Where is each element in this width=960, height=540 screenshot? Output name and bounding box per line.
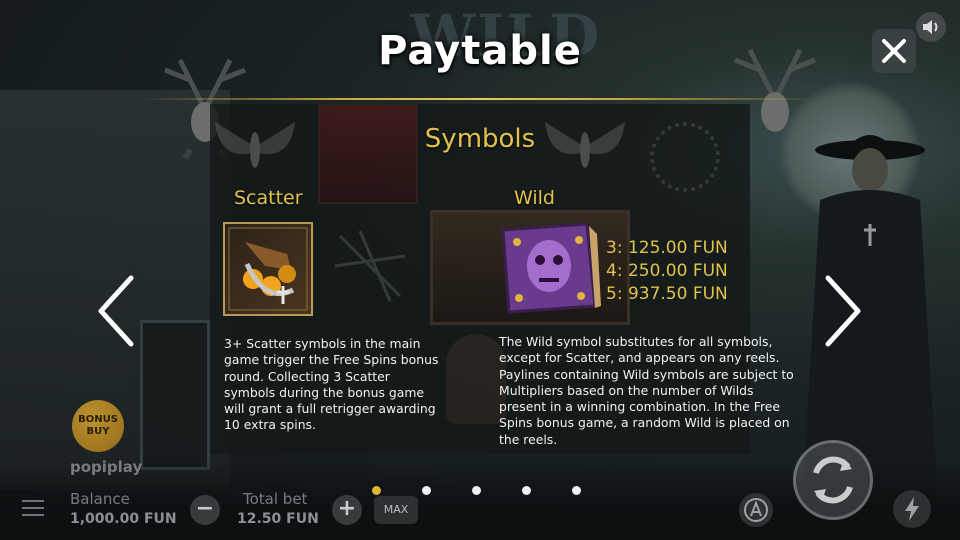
page-dot-5[interactable] xyxy=(572,486,581,495)
page-dot-2[interactable] xyxy=(422,486,431,495)
balance-value: 1,000.00 FUN xyxy=(70,511,177,527)
turbo-icon xyxy=(905,497,919,521)
balance-label: Balance xyxy=(70,490,130,508)
page-dot-4[interactable] xyxy=(522,486,531,495)
claw-marks-symbol-faded xyxy=(334,230,406,302)
section-title-symbols: Symbols xyxy=(424,124,536,154)
skull-symbol-faded xyxy=(446,334,506,424)
spin-icon xyxy=(813,456,853,504)
turbo-button[interactable] xyxy=(893,490,931,528)
scatter-symbol-icon xyxy=(223,222,313,316)
brand-logo: popiplay xyxy=(70,458,143,476)
scatter-label: Scatter xyxy=(234,187,303,209)
bonus-buy-button[interactable]: BONUS BUY xyxy=(72,400,124,452)
max-bet-button[interactable]: MAX xyxy=(374,496,418,524)
total-bet-value: 12.50 FUN xyxy=(237,511,319,527)
chevron-right-icon[interactable] xyxy=(820,274,864,348)
wild-symbol-icon xyxy=(495,222,605,314)
menu-icon[interactable] xyxy=(22,500,44,518)
church-door xyxy=(140,320,210,470)
close-button[interactable] xyxy=(872,29,916,73)
cowboy-portrait-symbol-faded xyxy=(318,104,418,204)
bonus-buy-label-line2: BUY xyxy=(86,426,110,437)
chevron-left-icon[interactable] xyxy=(95,274,139,348)
spin-button[interactable] xyxy=(793,440,873,520)
autoplay-button[interactable] xyxy=(739,493,773,527)
autoplay-icon xyxy=(744,498,768,522)
sound-button[interactable] xyxy=(916,12,946,42)
increase-bet-button[interactable]: + xyxy=(332,495,362,525)
decrease-bet-button[interactable]: − xyxy=(190,495,220,525)
wild-payout-4: 4: 250.00 FUN xyxy=(606,261,728,281)
total-bet-label: Total bet xyxy=(243,490,308,508)
bonus-buy-label-line1: BONUS xyxy=(78,414,118,425)
page-dot-1[interactable] xyxy=(372,486,381,495)
sound-icon xyxy=(923,20,938,34)
close-icon xyxy=(882,39,906,63)
wild-label: Wild xyxy=(514,187,555,209)
wild-payout-5: 5: 937.50 FUN xyxy=(606,284,728,304)
wild-description: The Wild symbol substitutes for all symb… xyxy=(499,334,794,447)
page-title: Paytable xyxy=(378,28,582,74)
title-divider xyxy=(140,98,820,100)
scatter-description: 3+ Scatter symbols in the main game trig… xyxy=(224,336,439,433)
wild-payout-3: 3: 125.00 FUN xyxy=(606,238,728,258)
page-dot-3[interactable] xyxy=(472,486,481,495)
page-indicator xyxy=(372,486,581,495)
